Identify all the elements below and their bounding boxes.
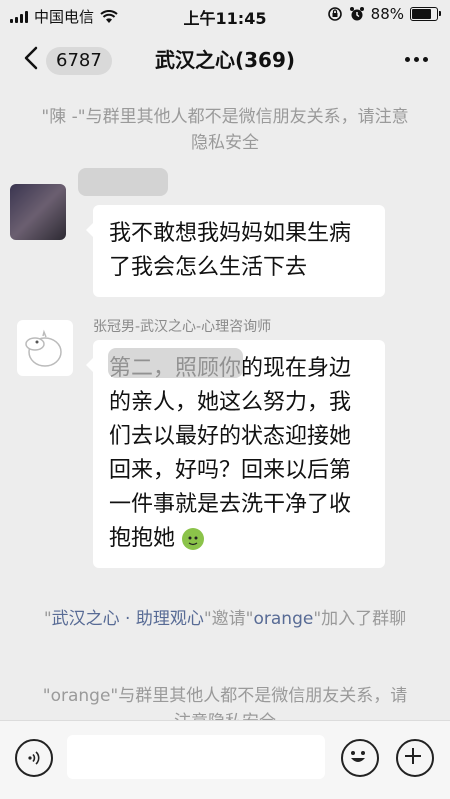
green-emoji-icon (182, 528, 205, 550)
blurred-mention (108, 348, 243, 378)
input-toolbar (0, 720, 450, 799)
chat-title: 武汉之心(369) (154, 48, 296, 72)
add-more-icon[interactable] (396, 739, 434, 777)
blurred-nickname (78, 168, 168, 196)
voice-input-icon[interactable] (15, 739, 53, 777)
message-bubble-1[interactable]: 我不敢想我妈妈如果生病了我会怎么生活下去 (86, 205, 385, 297)
more-options-icon[interactable] (405, 57, 428, 62)
invitee-link[interactable]: orange (254, 609, 314, 629)
emoji-icon[interactable] (341, 739, 379, 777)
system-message-invite: "武汉之心 · 助理观心"邀请"orange"加入了群聊 (43, 609, 407, 629)
battery-fill (412, 9, 432, 19)
battery-percent: 88% (370, 5, 404, 23)
avatar-sender-1[interactable] (10, 184, 66, 240)
inviter-link[interactable]: 武汉之心 · 助理观心 (52, 609, 204, 629)
moomin-avatar-icon[interactable] (17, 320, 73, 376)
status-right: 88% (327, 5, 441, 23)
battery-icon (410, 7, 441, 21)
alarm-icon (349, 7, 364, 21)
status-bar: 中国电信 上午11:45 88% (0, 0, 450, 30)
system-message-privacy-1: "陳 -"与群里其他人都不是微信朋友关系，请注意隐私安全 (41, 107, 409, 153)
chat-header: 6787 武汉之心(369) (0, 30, 450, 86)
sender-nickname-2: 张冠男-武汉之心-心理咨询师 (93, 319, 272, 335)
message-text-2: 第二，照顾你的现在身边的亲人，她这么努力，我们去以最好的状态迎接她回来，好吗？回… (109, 356, 352, 551)
message-input[interactable] (67, 735, 325, 779)
orientation-lock-icon (327, 7, 342, 21)
